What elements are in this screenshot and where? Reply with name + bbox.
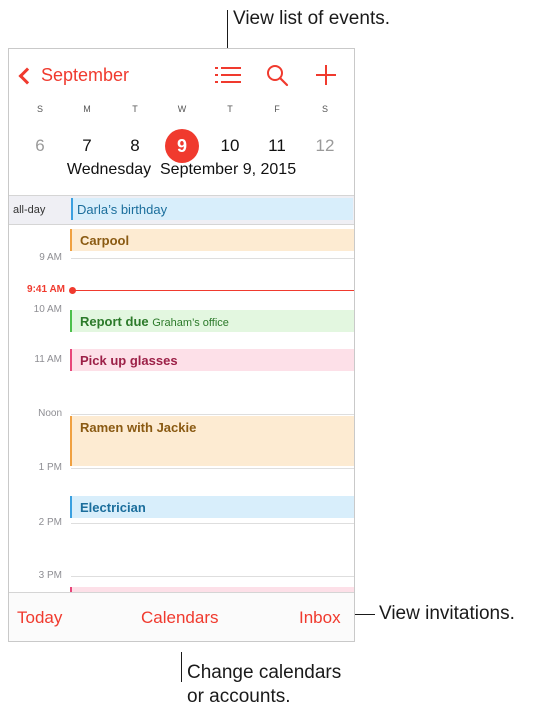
hour-label-10am: 10 AM xyxy=(33,304,62,315)
calendars-button[interactable]: Calendars xyxy=(141,608,219,628)
event-title: Ramen with Jackie xyxy=(80,420,197,435)
weekday-mon: M xyxy=(83,104,91,114)
weekday-tue: T xyxy=(132,104,138,114)
all-day-event[interactable]: Darla’s birthday xyxy=(71,198,353,220)
hour-line xyxy=(71,523,354,524)
callout-list-events: View list of events. xyxy=(233,8,391,29)
date-6[interactable]: 6 xyxy=(23,129,57,163)
hour-label-noon: Noon xyxy=(38,408,62,419)
list-icon[interactable] xyxy=(215,63,241,87)
hour-line xyxy=(71,414,354,415)
all-day-event-title: Darla’s birthday xyxy=(77,202,168,217)
date-7[interactable]: 7 xyxy=(70,129,104,163)
nav-bar: September xyxy=(9,49,354,99)
event-title: Carpool xyxy=(80,233,130,248)
weekday-sun: S xyxy=(36,104,43,114)
callout-calendars-line xyxy=(181,652,182,682)
date-12[interactable]: 12 xyxy=(308,129,342,163)
date-11[interactable]: 11 xyxy=(260,129,294,163)
hour-label-1pm: 1 PM xyxy=(38,462,62,473)
callout-calendars-2: or accounts. xyxy=(187,686,291,707)
weekday-fri: F xyxy=(274,104,280,114)
event-report-due[interactable]: Report due Graham’s office xyxy=(70,310,354,332)
date-9-selected[interactable]: 9 xyxy=(165,129,199,163)
current-time-label: 9:41 AM xyxy=(27,284,65,295)
weekday-wed: W xyxy=(177,104,187,114)
event-title-wrap: Report due Graham’s office xyxy=(80,314,229,329)
event-pick-up-glasses[interactable]: Pick up glasses xyxy=(70,349,354,371)
callout-invitations: View invitations. xyxy=(379,603,515,624)
current-time-line xyxy=(73,290,354,291)
all-day-row: all-day Darla’s birthday xyxy=(9,195,354,225)
hour-label-3pm: 3 PM xyxy=(38,570,62,581)
event-electrician[interactable]: Electrician xyxy=(70,496,354,518)
all-day-label: all-day xyxy=(13,204,46,216)
chevron-left-icon xyxy=(18,67,36,84)
event-location: Graham’s office xyxy=(152,317,229,329)
add-icon[interactable] xyxy=(313,63,339,87)
today-button[interactable]: Today xyxy=(17,608,62,628)
back-label: September xyxy=(41,65,130,85)
date-8[interactable]: 8 xyxy=(118,129,152,163)
event-title: Pick up glasses xyxy=(80,353,178,368)
search-icon[interactable] xyxy=(265,63,291,87)
event-ramen-with-jackie[interactable]: Ramen with Jackie xyxy=(70,416,354,466)
hour-line xyxy=(71,468,354,469)
date-header: Wednesday September 9, 2015 xyxy=(9,161,354,179)
hour-line xyxy=(71,258,354,259)
weekday-sat: S xyxy=(321,104,328,114)
date-header-weekday: Wednesday xyxy=(66,161,152,178)
back-button[interactable]: September xyxy=(15,65,129,86)
hour-label-11am: 11 AM xyxy=(34,354,62,365)
bottom-toolbar: Today Calendars Inbox xyxy=(9,592,354,641)
hour-line xyxy=(71,576,354,577)
inbox-button[interactable]: Inbox xyxy=(299,608,341,628)
weekday-thu: T xyxy=(227,104,233,114)
date-10[interactable]: 10 xyxy=(213,129,247,163)
event-title: Electrician xyxy=(80,500,146,515)
calendar-screen: September S M T W T F S 6 7 8 9 10 11 12… xyxy=(8,48,355,642)
hour-label-9am: 9 AM xyxy=(39,252,62,263)
callout-calendars-1: Change calendars xyxy=(187,662,342,683)
date-header-date: September 9, 2015 xyxy=(160,161,297,178)
event-title: Report due xyxy=(80,314,149,329)
event-carpool[interactable]: Carpool xyxy=(70,229,354,251)
hour-label-2pm: 2 PM xyxy=(38,517,62,528)
